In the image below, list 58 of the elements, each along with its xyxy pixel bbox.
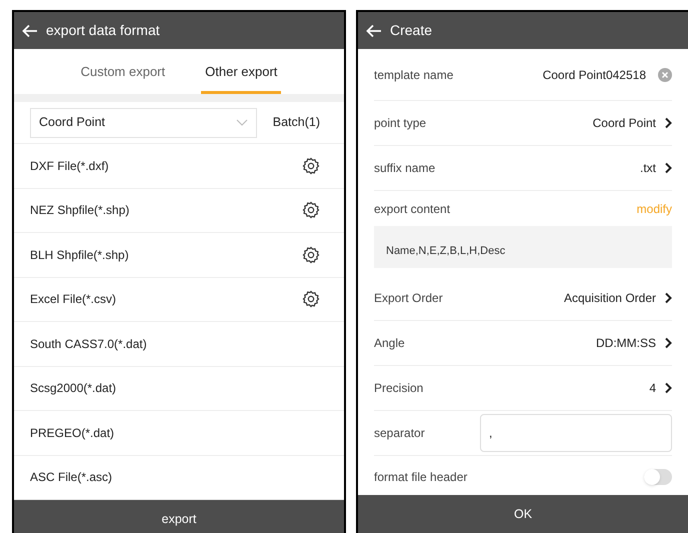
select-row[interactable]: suffix name .txt — [374, 146, 672, 191]
chevron-right-icon — [664, 382, 672, 394]
export-button[interactable]: export — [14, 500, 344, 533]
dropdown-value: Coord Point — [39, 114, 106, 132]
format-list-item[interactable]: NEZ Shpfile(*.shp) — [14, 188, 344, 233]
point-type-dropdown[interactable]: Coord Point — [30, 108, 257, 138]
select-row[interactable]: Angle DD:MM:SS — [374, 321, 672, 366]
chevron-right-icon — [664, 337, 672, 349]
field-value: Acquisition Order — [564, 290, 656, 307]
field-label: Precision — [374, 380, 424, 397]
format-label: NEZ Shpfile(*.shp) — [30, 202, 130, 220]
field-label: point type — [374, 115, 426, 132]
select-row[interactable]: Precision 4 — [374, 366, 672, 411]
field-value: Coord Point — [592, 115, 656, 132]
field-value: 4 — [649, 380, 656, 397]
format-list-item[interactable]: DXF File(*.dxf) — [14, 144, 344, 188]
ok-button[interactable]: OK — [358, 495, 688, 533]
format-label: South CASS7.0(*.dat) — [30, 336, 147, 353]
field-value: DD:MM:SS — [596, 335, 656, 352]
content-text: Name,N,E,Z,B,L,H,Desc — [386, 245, 506, 257]
select-row[interactable]: Export Order Acquisition Order — [374, 276, 672, 321]
settings-icon[interactable] — [302, 156, 320, 175]
settings-icon[interactable] — [302, 290, 320, 308]
page-title: export data format — [46, 21, 160, 40]
format-label: Scsg2000(*.dat) — [30, 380, 116, 398]
field-label: format file header — [374, 469, 468, 486]
format-list-item[interactable]: PREGEO(*.dat) — [14, 411, 344, 456]
back-arrow-icon[interactable] — [366, 24, 382, 38]
chevron-down-icon — [236, 119, 248, 126]
format-label: ASC File(*.asc) — [30, 469, 112, 486]
field-label: Angle — [374, 335, 405, 352]
field-label: export content — [374, 200, 450, 218]
chevron-right-icon — [664, 117, 672, 129]
field-label: separator — [374, 425, 425, 442]
field-label: suffix name — [374, 160, 436, 177]
batch-button[interactable]: Batch(1) — [272, 113, 328, 132]
toggle-switch[interactable] — [644, 469, 672, 485]
back-arrow-icon[interactable] — [22, 24, 38, 38]
settings-icon[interactable] — [302, 201, 320, 220]
format-list-item[interactable]: Scsg2000(*.dat) — [14, 366, 344, 411]
field-label: Export Order — [374, 290, 443, 307]
separator-input[interactable]: , — [480, 414, 672, 452]
format-list-item[interactable]: BLH Shpfile(*.shp) — [14, 233, 344, 278]
chevron-right-icon — [664, 162, 672, 174]
field-value: .txt — [640, 160, 656, 177]
page-title: Create — [390, 21, 432, 40]
chevron-right-icon — [664, 292, 672, 304]
field-value: Coord Point042518 — [542, 66, 646, 84]
format-label: BLH Shpfile(*.shp) — [30, 246, 129, 264]
format-label: PREGEO(*.dat) — [30, 424, 114, 442]
format-list-item[interactable]: Excel File(*.csv) — [14, 278, 344, 322]
field-label: template name — [374, 66, 454, 84]
select-row[interactable]: point type Coord Point — [374, 101, 672, 146]
format-list-item[interactable]: South CASS7.0(*.dat) — [14, 322, 344, 366]
settings-icon[interactable] — [302, 246, 320, 264]
tab[interactable]: Custom export — [76, 49, 170, 94]
format-label: Excel File(*.csv) — [30, 291, 116, 308]
format-label: DXF File(*.dxf) — [30, 158, 109, 175]
